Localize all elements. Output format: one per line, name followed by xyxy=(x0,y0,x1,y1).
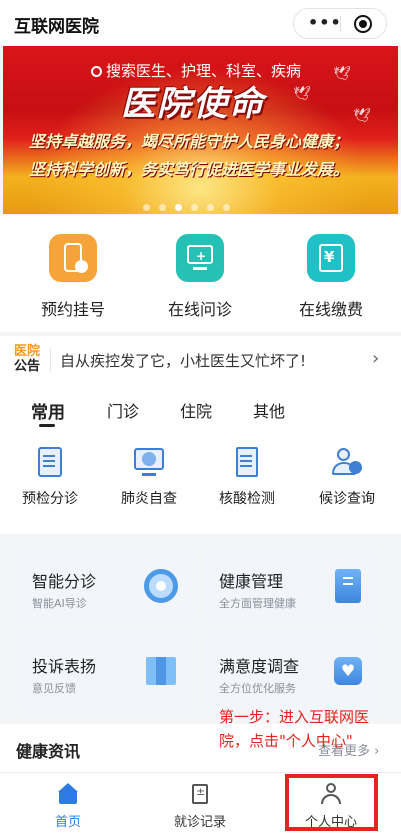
tutorial-annotation: 第一步：进入互联网医院，点击"个人中心" xyxy=(219,708,370,750)
service-online-consult[interactable]: + 在线问诊 xyxy=(140,234,260,320)
service-label: 在线问诊 xyxy=(167,300,232,319)
carousel-dot[interactable] xyxy=(223,204,230,211)
service-appointment[interactable]: 预约挂号 xyxy=(13,234,133,320)
tabbar-visit-records[interactable]: 就诊记录 xyxy=(150,783,250,830)
card-health-management[interactable]: 健康管理 全方面管理健康 xyxy=(204,547,381,625)
tabbar-home[interactable]: 首页 xyxy=(18,783,118,830)
home-icon xyxy=(57,783,79,805)
notice-text: 自从疾控发了它，小杜医生又忙坏了! xyxy=(60,352,307,370)
dove-icon: 🕊 xyxy=(293,86,311,102)
card-title: 满意度调查 xyxy=(219,657,300,676)
tab-inpatient[interactable]: 住院 xyxy=(180,398,212,422)
chevron-right-icon: › xyxy=(372,348,380,369)
triage-icon xyxy=(34,446,66,478)
tabbar-label: 就诊记录 xyxy=(173,815,226,830)
service-online-payment[interactable]: ¥ 在线缴费 xyxy=(271,234,391,320)
capsule-divider xyxy=(340,16,341,32)
service-label: 在线缴费 xyxy=(298,300,363,319)
hero-banner[interactable]: 搜索医生、护理、科室、疾病 医院使命 🕊 🕊 🕊 坚持卓越服务，竭尽所能守护人民… xyxy=(3,46,398,214)
notice-tag: 医院 公告 xyxy=(14,344,40,374)
more-menu-icon[interactable]: ••• xyxy=(308,15,342,31)
card-subtitle: 全方面管理健康 xyxy=(219,597,296,610)
sub-service-label: 预检分诊 xyxy=(22,491,78,507)
nucleic-test-icon xyxy=(231,446,263,478)
tab-other[interactable]: 其他 xyxy=(253,398,285,422)
notice-tag-top: 医院 xyxy=(14,344,41,359)
card-subtitle: 智能AI导诊 xyxy=(32,597,87,610)
search-icon xyxy=(91,66,102,77)
tabbar-label: 首页 xyxy=(54,815,81,830)
top-nav-bar: 互联网医院 ••• xyxy=(0,0,401,46)
sub-service-nucleic[interactable]: 核酸检测 xyxy=(197,446,297,508)
card-title: 健康管理 xyxy=(219,572,284,591)
card-ai-triage[interactable]: 智能分诊 智能AI导诊 xyxy=(17,547,194,625)
sub-service-queue[interactable]: 候诊查询 xyxy=(297,446,397,508)
sub-service-label: 候诊查询 xyxy=(319,491,375,507)
card-title: 投诉表扬 xyxy=(32,657,97,676)
ai-triage-icon xyxy=(144,569,178,603)
card-satisfaction[interactable]: 满意度调查 全方位优化服务 ♥ xyxy=(204,632,381,710)
tab-outpatient[interactable]: 门诊 xyxy=(107,398,139,422)
online-consult-icon: + xyxy=(176,234,224,282)
card-title: 智能分诊 xyxy=(32,572,97,591)
sub-service-label: 核酸检测 xyxy=(219,491,275,507)
satisfaction-heart-icon: ♥ xyxy=(331,654,365,688)
service-tabs-panel: 常用 门诊 住院 其他 预检分诊 肺炎自查 核酸检测 候诊查询 xyxy=(0,384,401,534)
notice-tag-bottom: 公告 xyxy=(14,359,41,374)
card-subtitle: 全方位优化服务 xyxy=(219,682,296,695)
card-feedback[interactable]: 投诉表扬 意见反馈 xyxy=(17,632,194,710)
feedback-map-icon xyxy=(144,654,178,688)
carousel-dot[interactable] xyxy=(159,204,166,211)
sub-service-label: 肺炎自查 xyxy=(121,491,177,507)
banner-line-2: 坚持科学创新，务实笃行促进医学事业发展。 xyxy=(29,160,350,179)
online-payment-icon: ¥ xyxy=(307,234,355,282)
queue-query-icon xyxy=(331,446,363,478)
dove-icon: 🕊 xyxy=(353,108,371,124)
appointment-phone-icon xyxy=(49,234,97,282)
tab-common[interactable]: 常用 xyxy=(31,398,65,427)
pneumonia-check-icon xyxy=(133,446,165,478)
carousel-dot[interactable] xyxy=(143,204,150,211)
carousel-dot[interactable] xyxy=(175,204,182,211)
service-label: 预约挂号 xyxy=(40,300,105,319)
card-subtitle: 意见反馈 xyxy=(32,682,76,695)
carousel-dot[interactable] xyxy=(191,204,198,211)
main-services: 预约挂号 + 在线问诊 ¥ 在线缴费 xyxy=(0,214,401,332)
sub-service-pneumonia[interactable]: 肺炎自查 xyxy=(99,446,199,508)
annotation-highlight-box xyxy=(285,774,378,831)
banner-headline: 医院使命 xyxy=(121,84,265,124)
clipboard-icon xyxy=(189,783,211,805)
carousel-indicator xyxy=(143,196,239,215)
page-title: 互联网医院 xyxy=(14,17,99,37)
close-mini-program-icon[interactable] xyxy=(354,15,372,33)
hospital-notice[interactable]: 医院 公告 自从疾控发了它，小杜医生又忙坏了! › xyxy=(0,336,401,384)
carousel-dot[interactable] xyxy=(207,204,214,211)
news-title: 健康资讯 xyxy=(16,742,81,761)
notice-divider xyxy=(50,348,51,372)
dove-icon: 🕊 xyxy=(333,66,351,82)
banner-line-1: 坚持卓越服务，竭尽所能守护人民身心健康； xyxy=(29,132,350,151)
sub-service-triage[interactable]: 预检分诊 xyxy=(0,446,100,508)
mini-program-capsule: ••• xyxy=(293,8,387,39)
health-record-icon xyxy=(331,569,365,603)
